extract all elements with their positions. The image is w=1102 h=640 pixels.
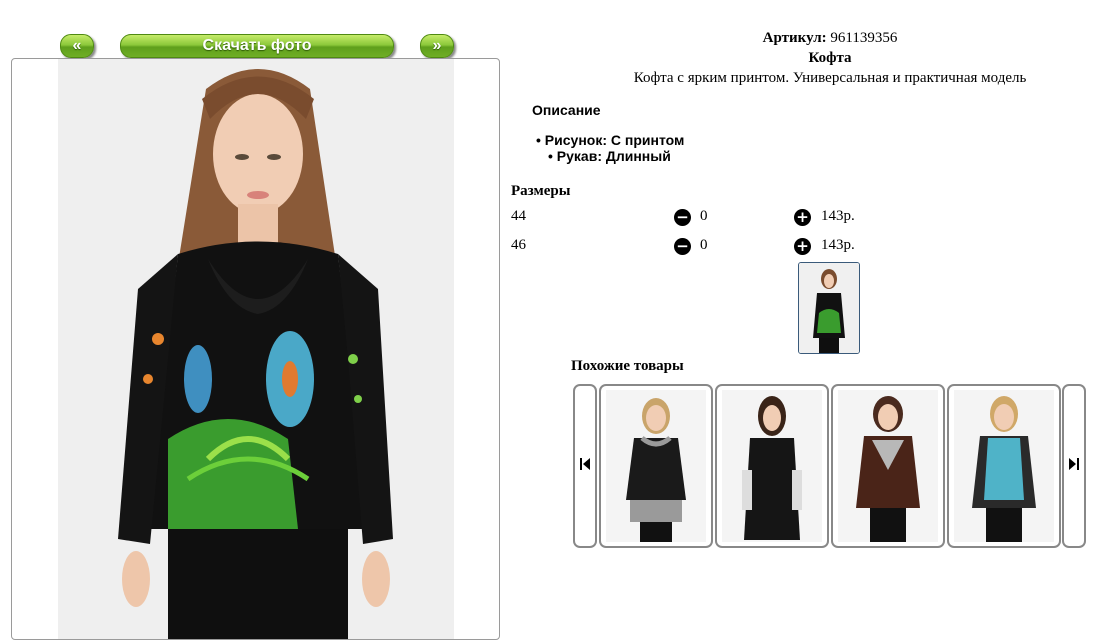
plus-circle-icon[interactable]: + xyxy=(794,209,811,226)
size-row: 46 − 0 + 143р. xyxy=(511,237,891,257)
article-value: 961139356 xyxy=(830,30,898,46)
prev-photo-button[interactable]: « xyxy=(60,34,94,58)
minus-circle-icon[interactable]: − xyxy=(674,238,691,255)
article-label: Артикул: xyxy=(762,30,827,46)
quantity-value: 0 xyxy=(700,237,708,253)
product-name: Кофта xyxy=(808,50,852,66)
skip-forward-icon xyxy=(1069,458,1079,470)
size-value: 46 xyxy=(511,237,526,253)
similar-prev-button[interactable] xyxy=(573,384,597,548)
plus-circle-icon[interactable]: + xyxy=(794,238,811,255)
main-photo-frame xyxy=(11,58,500,640)
similar-product-card[interactable] xyxy=(599,384,713,548)
similar-next-button[interactable] xyxy=(1062,384,1086,548)
minus-circle-icon[interactable]: − xyxy=(674,209,691,226)
detail-item: • Рисунок: С принтом xyxy=(536,132,685,148)
similar-product-card[interactable] xyxy=(947,384,1061,548)
download-photo-button[interactable]: Скачать фото xyxy=(120,34,394,58)
details-title: Описание xyxy=(532,102,601,118)
sizes-title: Размеры xyxy=(511,183,571,199)
skip-back-icon xyxy=(580,458,590,470)
product-description: Кофта с ярким принтом. Универсальная и п… xyxy=(633,70,1027,86)
size-value: 44 xyxy=(511,208,526,224)
size-row: 44 − 0 + 143р. xyxy=(511,208,891,228)
main-product-photo[interactable] xyxy=(58,59,454,639)
similar-product-card[interactable] xyxy=(831,384,945,548)
quantity-value: 0 xyxy=(700,208,708,224)
next-photo-button[interactable]: » xyxy=(420,34,454,58)
similar-products-title: Похожие товары xyxy=(571,358,684,374)
photo-thumbnail[interactable] xyxy=(798,262,860,354)
price-value: 143р. xyxy=(821,208,855,224)
detail-item: • Рукав: Длинный xyxy=(548,148,671,164)
article-line: Артикул: 961139356 xyxy=(520,30,1102,47)
price-value: 143р. xyxy=(821,237,855,253)
similar-product-card[interactable] xyxy=(715,384,829,548)
